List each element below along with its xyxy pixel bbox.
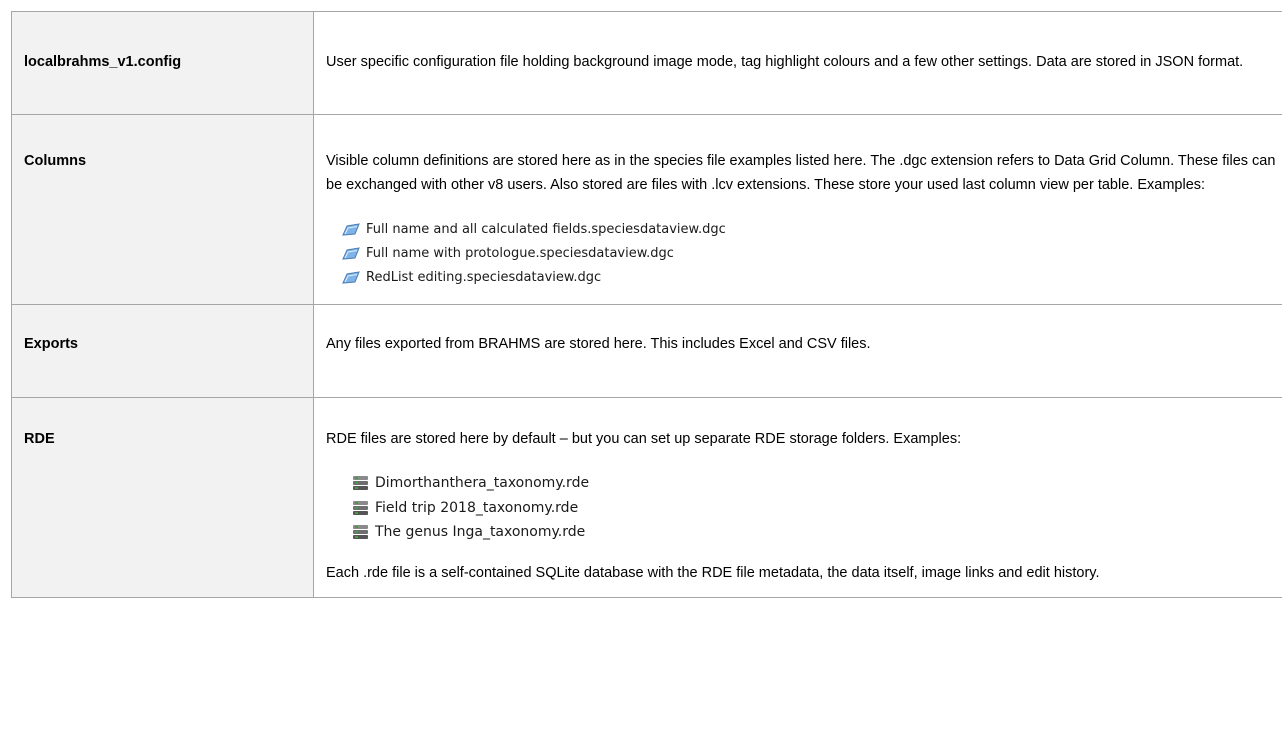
file-name: Field trip 2018_taxonomy.rde [375, 499, 579, 516]
row-description: Any files exported from BRAHMS are store… [313, 304, 1282, 398]
description-text: User specific configuration file holding… [326, 54, 1244, 70]
row-description: User specific configuration file holding… [313, 11, 1282, 115]
file-item: The genus Inga_taxonomy.rde [352, 520, 1282, 545]
file-list: Full name and all calculated fields.spec… [342, 218, 1282, 290]
dgc-file-icon [342, 247, 360, 261]
database-icon [352, 524, 369, 540]
table-row: Columns Visible column definitions are s… [11, 114, 1282, 305]
row-key: Columns [11, 114, 314, 305]
file-description-table: localbrahms_v1.config User specific conf… [11, 11, 1282, 598]
row-description: RDE files are stored here by default – b… [313, 397, 1282, 598]
row-description: Visible column definitions are stored he… [313, 114, 1282, 305]
file-name: Full name and all calculated fields.spec… [366, 222, 726, 237]
file-item: Full name with protologue.speciesdatavie… [342, 242, 1282, 266]
row-key: localbrahms_v1.config [11, 11, 314, 115]
file-item: Field trip 2018_taxonomy.rde [352, 496, 1282, 521]
description-text: RDE files are stored here by default – b… [326, 431, 962, 447]
file-list: Dimorthanthera_taxonomy.rde Field trip 2… [352, 471, 1282, 545]
file-name: RedList editing.speciesdataview.dgc [366, 270, 602, 285]
file-name: Full name with protologue.speciesdatavie… [366, 246, 674, 261]
description-text: Any files exported from BRAHMS are store… [326, 336, 871, 352]
row-key: Exports [11, 304, 314, 398]
dgc-file-icon [342, 271, 360, 285]
file-name: Dimorthanthera_taxonomy.rde [375, 475, 590, 491]
file-item: Dimorthanthera_taxonomy.rde [352, 471, 1282, 496]
description-text: Visible column definitions are stored he… [326, 153, 1276, 193]
dgc-file-icon [342, 223, 360, 237]
table-row: RDE RDE files are stored here by default… [11, 397, 1282, 598]
table-row: Exports Any files exported from BRAHMS a… [11, 304, 1282, 398]
file-item: Full name and all calculated fields.spec… [342, 218, 1282, 242]
database-icon [352, 500, 369, 516]
table-row: localbrahms_v1.config User specific conf… [11, 11, 1282, 115]
row-key: RDE [11, 397, 314, 598]
file-item: RedList editing.speciesdataview.dgc [342, 266, 1282, 290]
file-name: The genus Inga_taxonomy.rde [375, 524, 586, 540]
database-icon [352, 475, 369, 491]
rde-note: Each .rde file is a self-contained SQLit… [326, 564, 1100, 581]
